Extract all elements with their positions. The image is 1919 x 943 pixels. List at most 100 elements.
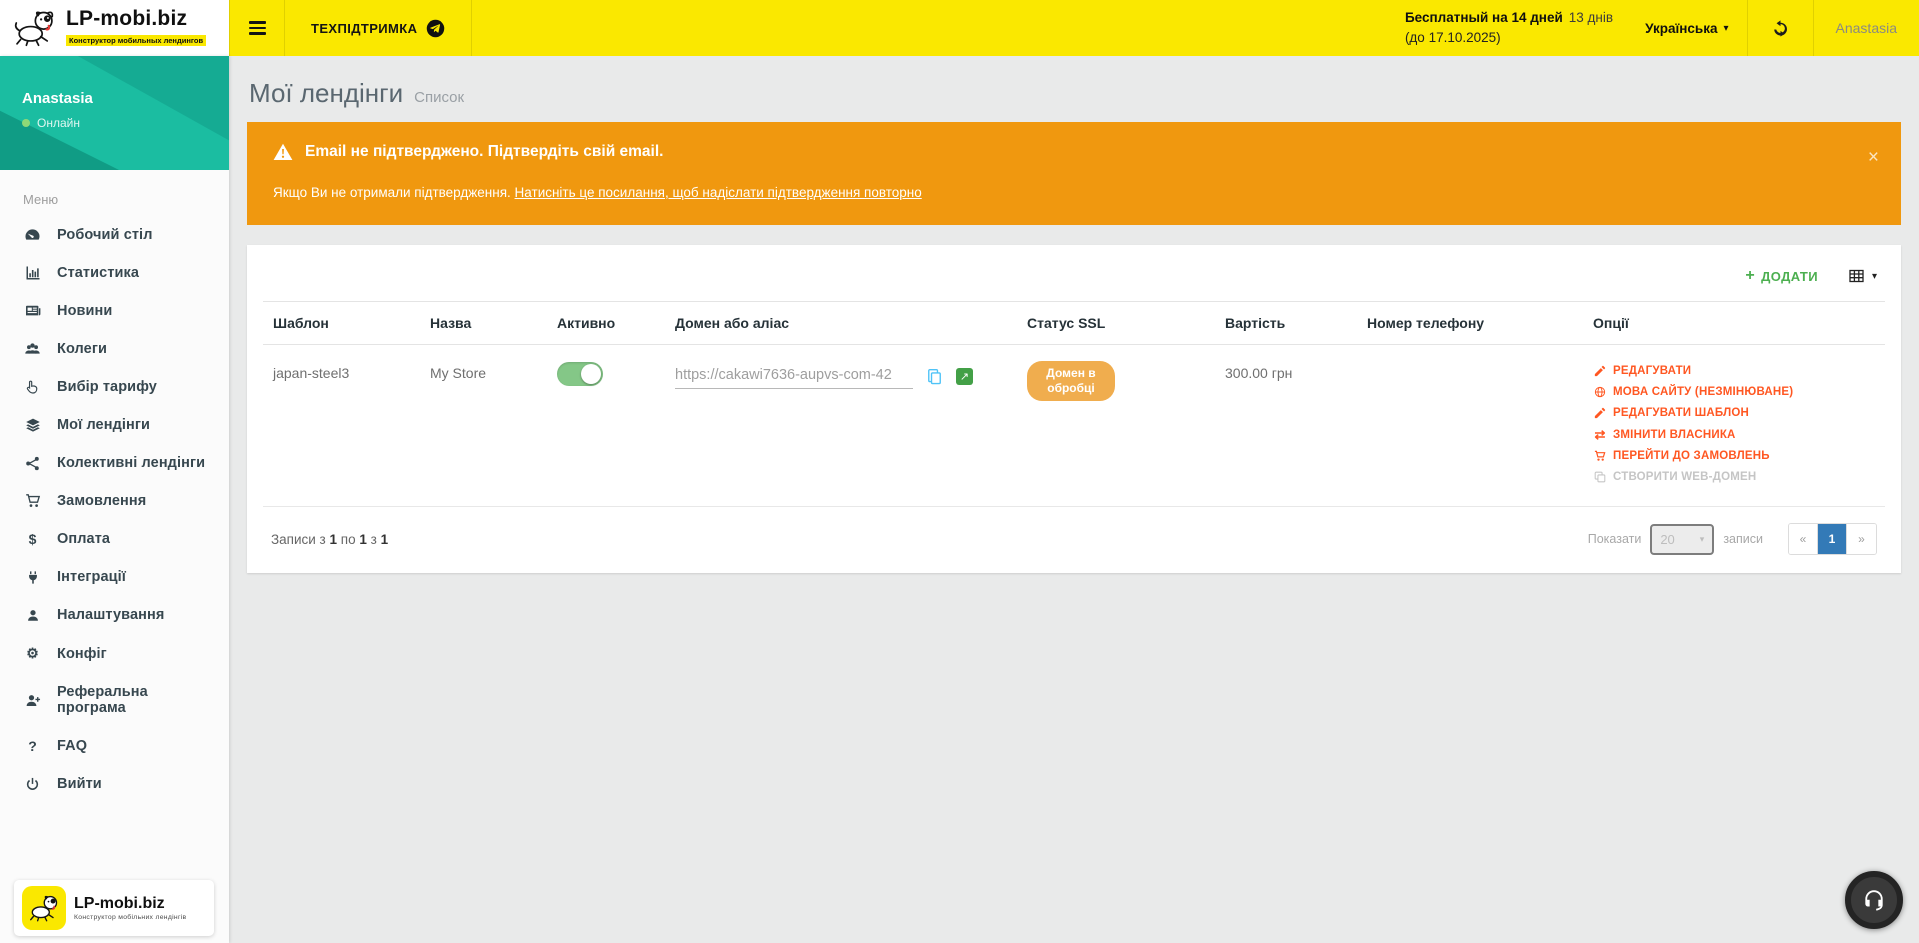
records-label: записи	[1723, 532, 1763, 546]
column-settings-button[interactable]: ▾	[1848, 268, 1877, 284]
sidebar-item-label: Статистика	[57, 265, 139, 281]
cart-icon	[23, 493, 42, 509]
add-button-label: ДОДАТИ	[1761, 269, 1818, 284]
copy-domain-button[interactable]	[926, 368, 943, 385]
option-create-web-domain: СТВОРИТИ WEB-ДОМЕН	[1593, 471, 1875, 483]
divider	[471, 0, 472, 56]
option-change-owner[interactable]: ⇄ ЗМІНИТИ ВЛАСНИКА	[1593, 428, 1875, 441]
headset-icon	[1861, 887, 1887, 913]
option-edit-template[interactable]: РЕДАГУВАТИ ШАБЛОН	[1593, 407, 1875, 419]
copy-icon	[926, 368, 943, 385]
brand-logo[interactable]: LP-mobi.biz Конструктор мобильных лендин…	[0, 0, 229, 56]
sidebar-item-referral[interactable]: Реферальна програма	[0, 673, 229, 727]
sidebar-item-label: Колективні лендінги	[57, 455, 205, 471]
page-title: Мої лендінги	[249, 78, 403, 109]
sidebar-item-faq[interactable]: ? FAQ	[0, 727, 229, 765]
topbar: LP-mobi.biz Конструктор мобильных лендин…	[0, 0, 1919, 56]
table-row: japan-steel3 My Store	[263, 345, 1885, 507]
landings-card: + ДОДАТИ ▾ Шаблон Н	[247, 245, 1901, 573]
dog-mascot-icon	[27, 894, 61, 922]
question-icon: ?	[23, 738, 42, 754]
users-icon	[23, 341, 42, 357]
sidebar-item-my-landings[interactable]: Мої лендінги	[0, 406, 229, 444]
sidebar-item-statistics[interactable]: Статистика	[0, 254, 229, 292]
page-size-select[interactable]: 20 ▾	[1650, 524, 1714, 555]
active-toggle[interactable]	[557, 362, 603, 386]
card-toolbar: + ДОДАТИ ▾	[263, 255, 1885, 301]
option-site-language[interactable]: МОВА САЙТУ (НЕЗМІНЮВАНЕ)	[1593, 386, 1875, 398]
sidebar-item-collective-landings[interactable]: Колективні лендінги	[0, 444, 229, 482]
domain-input[interactable]	[675, 365, 913, 389]
language-icon	[1593, 386, 1607, 398]
sidebar-item-dashboard[interactable]: Робочий стіл	[0, 215, 229, 254]
caret-down-icon: ▾	[1872, 271, 1877, 282]
sidebar-item-orders[interactable]: Замовлення	[0, 482, 229, 520]
page-size-value: 20	[1660, 532, 1674, 547]
records-summary: Записи з 1 по 1 з 1	[271, 532, 388, 547]
main-content: Мої лендінги Список Email не підтверджен…	[229, 56, 1919, 943]
refresh-icon	[1772, 20, 1789, 37]
option-label: ЗМІНИТИ ВЛАСНИКА	[1613, 429, 1736, 441]
pager-prev-button[interactable]: «	[1789, 524, 1818, 554]
language-selector[interactable]: Українська ▾	[1627, 0, 1746, 56]
refresh-button[interactable]	[1748, 0, 1813, 56]
cart-icon	[1593, 450, 1607, 462]
option-go-to-orders[interactable]: ПЕРЕЙТИ ДО ЗАМОВЛЕНЬ	[1593, 450, 1875, 462]
option-label: МОВА САЙТУ (НЕЗМІНЮВАНЕ)	[1613, 386, 1793, 398]
footer-brand-title: LP-mobi.biz	[74, 895, 186, 913]
cell-template: japan-steel3	[263, 345, 420, 507]
edit-icon	[1593, 407, 1607, 419]
trial-until: (до 17.10.2025)	[1405, 28, 1613, 48]
topbar-username[interactable]: Anastasia	[1814, 0, 1919, 56]
sidebar-item-label: Реферальна програма	[57, 684, 206, 716]
table-header-row: Шаблон Назва Активно Домен або аліас Ста…	[263, 302, 1885, 345]
online-status-dot	[22, 119, 30, 127]
landings-table: Шаблон Назва Активно Домен або аліас Ста…	[263, 301, 1885, 507]
sidebar-item-payment[interactable]: $ Оплата	[0, 520, 229, 558]
trial-days-left: 13 днів	[1569, 10, 1613, 25]
footer-brand-subtitle: Конструктор мобільних лендінгів	[74, 914, 186, 921]
bar-chart-icon	[23, 265, 42, 281]
pager-page-1-button[interactable]: 1	[1818, 524, 1847, 554]
support-link[interactable]: ТЕХПІДТРИМКА	[285, 0, 471, 56]
open-landing-button[interactable]: ↗	[956, 368, 973, 385]
sidebar-item-tariff[interactable]: Вибір тарифу	[0, 368, 229, 406]
clone-icon	[1593, 471, 1607, 483]
edit-icon	[1593, 365, 1607, 377]
table-footer: Записи з 1 по 1 з 1 Показати 20 ▾ записи…	[263, 507, 1885, 565]
sidebar-item-label: Новини	[57, 303, 112, 319]
sidebar-item-label: Вибір тарифу	[57, 379, 157, 395]
col-header-name: Назва	[420, 302, 547, 345]
hamburger-icon[interactable]	[230, 0, 284, 56]
sidebar-item-settings[interactable]: Налаштування	[0, 596, 229, 634]
sidebar-item-config[interactable]: ⚙ Конфіг	[0, 634, 229, 673]
dog-mascot-icon	[12, 8, 58, 48]
trial-info: Бесплатный на 14 дней13 днів (до 17.10.2…	[1391, 0, 1627, 56]
share-icon	[23, 456, 42, 471]
sidebar-item-news[interactable]: Новини	[0, 292, 229, 330]
col-header-options: Опції	[1583, 302, 1885, 345]
add-landing-button[interactable]: + ДОДАТИ	[1745, 267, 1818, 285]
alert-hint-prefix: Якщо Ви не отримали підтвердження.	[273, 185, 511, 200]
sidebar-footer-logo[interactable]: LP-mobi.biz Конструктор мобільних лендін…	[14, 880, 214, 936]
sidebar-item-colleagues[interactable]: Колеги	[0, 330, 229, 368]
language-label: Українська	[1645, 21, 1717, 36]
warning-icon	[273, 143, 293, 161]
sidebar-item-integrations[interactable]: Інтеграції	[0, 558, 229, 596]
resend-confirmation-link[interactable]: Натисніть це посилання, щоб надіслати пі…	[515, 185, 922, 200]
tachometer-icon	[23, 226, 42, 243]
user-plus-icon	[23, 693, 42, 708]
support-label: ТЕХПІДТРИМКА	[311, 21, 417, 36]
gears-icon: ⚙	[23, 645, 42, 662]
support-chat-button[interactable]	[1845, 871, 1903, 929]
sidebar-user-name: Anastasia	[22, 90, 229, 107]
option-edit[interactable]: РЕДАГУВАТИ	[1593, 365, 1875, 377]
sidebar-item-label: Робочий стіл	[57, 227, 153, 243]
pager-next-button[interactable]: »	[1847, 524, 1876, 554]
sidebar-item-logout[interactable]: Вийти	[0, 765, 229, 803]
chevron-down-icon: ▾	[1723, 23, 1728, 34]
sidebar-item-label: Конфіг	[57, 646, 107, 662]
sidebar-item-label: Колеги	[57, 341, 107, 357]
option-label: РЕДАГУВАТИ ШАБЛОН	[1613, 407, 1749, 419]
close-icon[interactable]: ×	[1868, 148, 1879, 167]
